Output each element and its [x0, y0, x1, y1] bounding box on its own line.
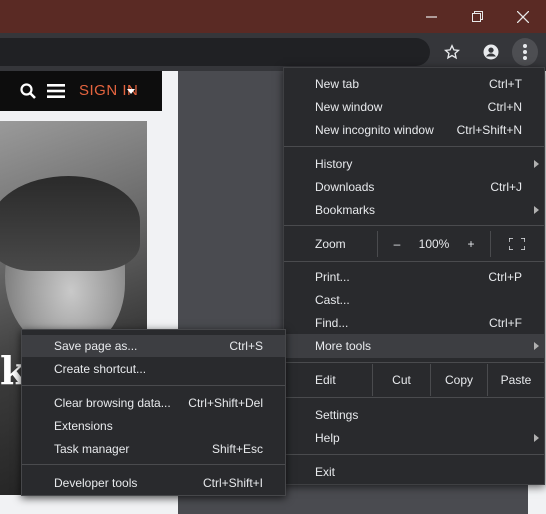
more-tools-submenu: Save page as... Ctrl+S Create shortcut..… — [21, 329, 286, 496]
menu-label: Find... — [315, 316, 349, 330]
menu-shortcut: Ctrl+Shift+N — [456, 123, 522, 137]
edit-row: Edit Cut Copy Paste — [284, 364, 544, 396]
menu-label: Help — [315, 431, 340, 445]
menu-label: Cast... — [315, 293, 350, 307]
menu-label: Create shortcut... — [54, 362, 147, 376]
menu-divider — [22, 385, 285, 386]
menu-item-more-tools[interactable]: More tools — [284, 334, 544, 358]
submenu-item-extensions[interactable]: Extensions — [22, 415, 285, 437]
browser-main-menu: New tab Ctrl+T New window Ctrl+N New inc… — [283, 67, 545, 485]
zoom-label: Zoom — [315, 237, 346, 251]
search-icon[interactable] — [20, 83, 36, 104]
fullscreen-button[interactable] — [502, 231, 532, 257]
menu-divider — [284, 454, 544, 455]
menu-label: Downloads — [315, 180, 375, 194]
menu-shortcut: Ctrl+P — [488, 270, 522, 284]
menu-item-bookmarks[interactable]: Bookmarks — [284, 199, 544, 222]
menu-label: Exit — [315, 465, 336, 479]
menu-item-help[interactable]: Help — [284, 427, 544, 450]
menu-item-exit[interactable]: Exit — [284, 461, 544, 484]
zoom-row: Zoom – 100% + — [284, 231, 544, 257]
menu-label: Bookmarks — [315, 203, 376, 217]
menu-label: Developer tools — [54, 476, 138, 490]
minimize-icon — [425, 16, 437, 18]
browser-toolbar — [0, 33, 546, 71]
menu-shortcut: Ctrl+Shift+Del — [188, 396, 263, 410]
menu-divider — [22, 464, 285, 465]
menu-shortcut: Ctrl+S — [229, 339, 263, 353]
menu-shortcut: Ctrl+F — [489, 316, 522, 330]
zoom-divider — [490, 231, 491, 257]
menu-label: Settings — [315, 408, 359, 422]
menu-item-cast[interactable]: Cast... — [284, 289, 544, 312]
submenu-item-clear-browsing-data[interactable]: Clear browsing data... Ctrl+Shift+Del — [22, 392, 285, 414]
cut-button[interactable]: Cut — [373, 364, 430, 396]
restore-icon — [471, 11, 483, 22]
menu-item-new-window[interactable]: New window Ctrl+N — [284, 96, 544, 119]
zoom-divider — [377, 231, 378, 257]
account-icon — [483, 44, 499, 60]
menu-item-settings[interactable]: Settings — [284, 404, 544, 427]
copy-button[interactable]: Copy — [431, 364, 487, 396]
menu-divider — [284, 225, 544, 226]
restore-button[interactable] — [454, 0, 500, 33]
menu-label: Task manager — [54, 442, 130, 456]
menu-label: Save page as... — [54, 339, 138, 353]
close-window-button[interactable] — [500, 0, 546, 33]
menu-item-find[interactable]: Find... Ctrl+F — [284, 312, 544, 335]
menu-item-print[interactable]: Print... Ctrl+P — [284, 266, 544, 289]
menu-item-history[interactable]: History — [284, 153, 544, 176]
title-bar — [0, 0, 546, 33]
photo-hair — [0, 176, 140, 271]
zoom-out-button[interactable]: – — [382, 231, 412, 257]
close-icon — [517, 10, 529, 23]
menu-label: Extensions — [54, 419, 113, 433]
menu-label: New window — [315, 100, 383, 114]
submenu-arrow-icon — [534, 160, 539, 168]
kebab-menu-icon — [523, 44, 527, 60]
menu-label: New tab — [315, 77, 360, 91]
zoom-in-button[interactable]: + — [456, 231, 486, 257]
menu-button[interactable] — [512, 38, 538, 66]
site-header: SIGN IN — [0, 71, 162, 111]
fullscreen-icon — [509, 238, 525, 250]
address-bar[interactable] — [0, 38, 430, 66]
menu-divider — [284, 146, 544, 147]
submenu-item-create-shortcut[interactable]: Create shortcut... — [22, 358, 285, 380]
submenu-item-task-manager[interactable]: Task manager Shift+Esc — [22, 438, 285, 460]
submenu-arrow-icon — [534, 206, 539, 214]
menu-label: Clear browsing data... — [54, 396, 171, 410]
submenu-arrow-icon — [534, 434, 539, 442]
menu-shortcut: Ctrl+Shift+I — [202, 476, 263, 490]
edit-label: Edit — [315, 373, 336, 387]
menu-item-new-incognito-window[interactable]: New incognito window Ctrl+Shift+N — [284, 119, 544, 142]
zoom-level: 100% — [418, 237, 450, 251]
hamburger-icon[interactable] — [47, 83, 65, 104]
bookmark-star-button[interactable] — [440, 40, 464, 64]
submenu-item-developer-tools[interactable]: Developer tools Ctrl+Shift+I — [22, 472, 285, 494]
menu-item-downloads[interactable]: Downloads Ctrl+J — [284, 176, 544, 199]
profile-button[interactable] — [479, 40, 503, 64]
chevron-down-icon[interactable] — [127, 89, 135, 94]
star-icon — [444, 44, 460, 60]
menu-item-new-tab[interactable]: New tab Ctrl+T — [284, 73, 544, 96]
menu-divider — [284, 261, 544, 262]
submenu-item-save-page[interactable]: Save page as... Ctrl+S — [22, 335, 285, 357]
menu-shortcut: Ctrl+T — [489, 77, 522, 91]
menu-shortcut: Ctrl+N — [487, 100, 522, 114]
menu-label: History — [315, 157, 353, 171]
menu-divider — [284, 362, 544, 363]
menu-label: More tools — [315, 339, 372, 353]
menu-shortcut: Shift+Esc — [211, 442, 263, 456]
menu-label: Print... — [315, 270, 350, 284]
menu-shortcut: Ctrl+J — [490, 180, 522, 194]
submenu-arrow-icon — [534, 342, 539, 350]
minimize-button[interactable] — [408, 0, 454, 33]
paste-button[interactable]: Paste — [488, 364, 544, 396]
menu-label: New incognito window — [315, 123, 434, 137]
menu-divider — [284, 397, 544, 398]
